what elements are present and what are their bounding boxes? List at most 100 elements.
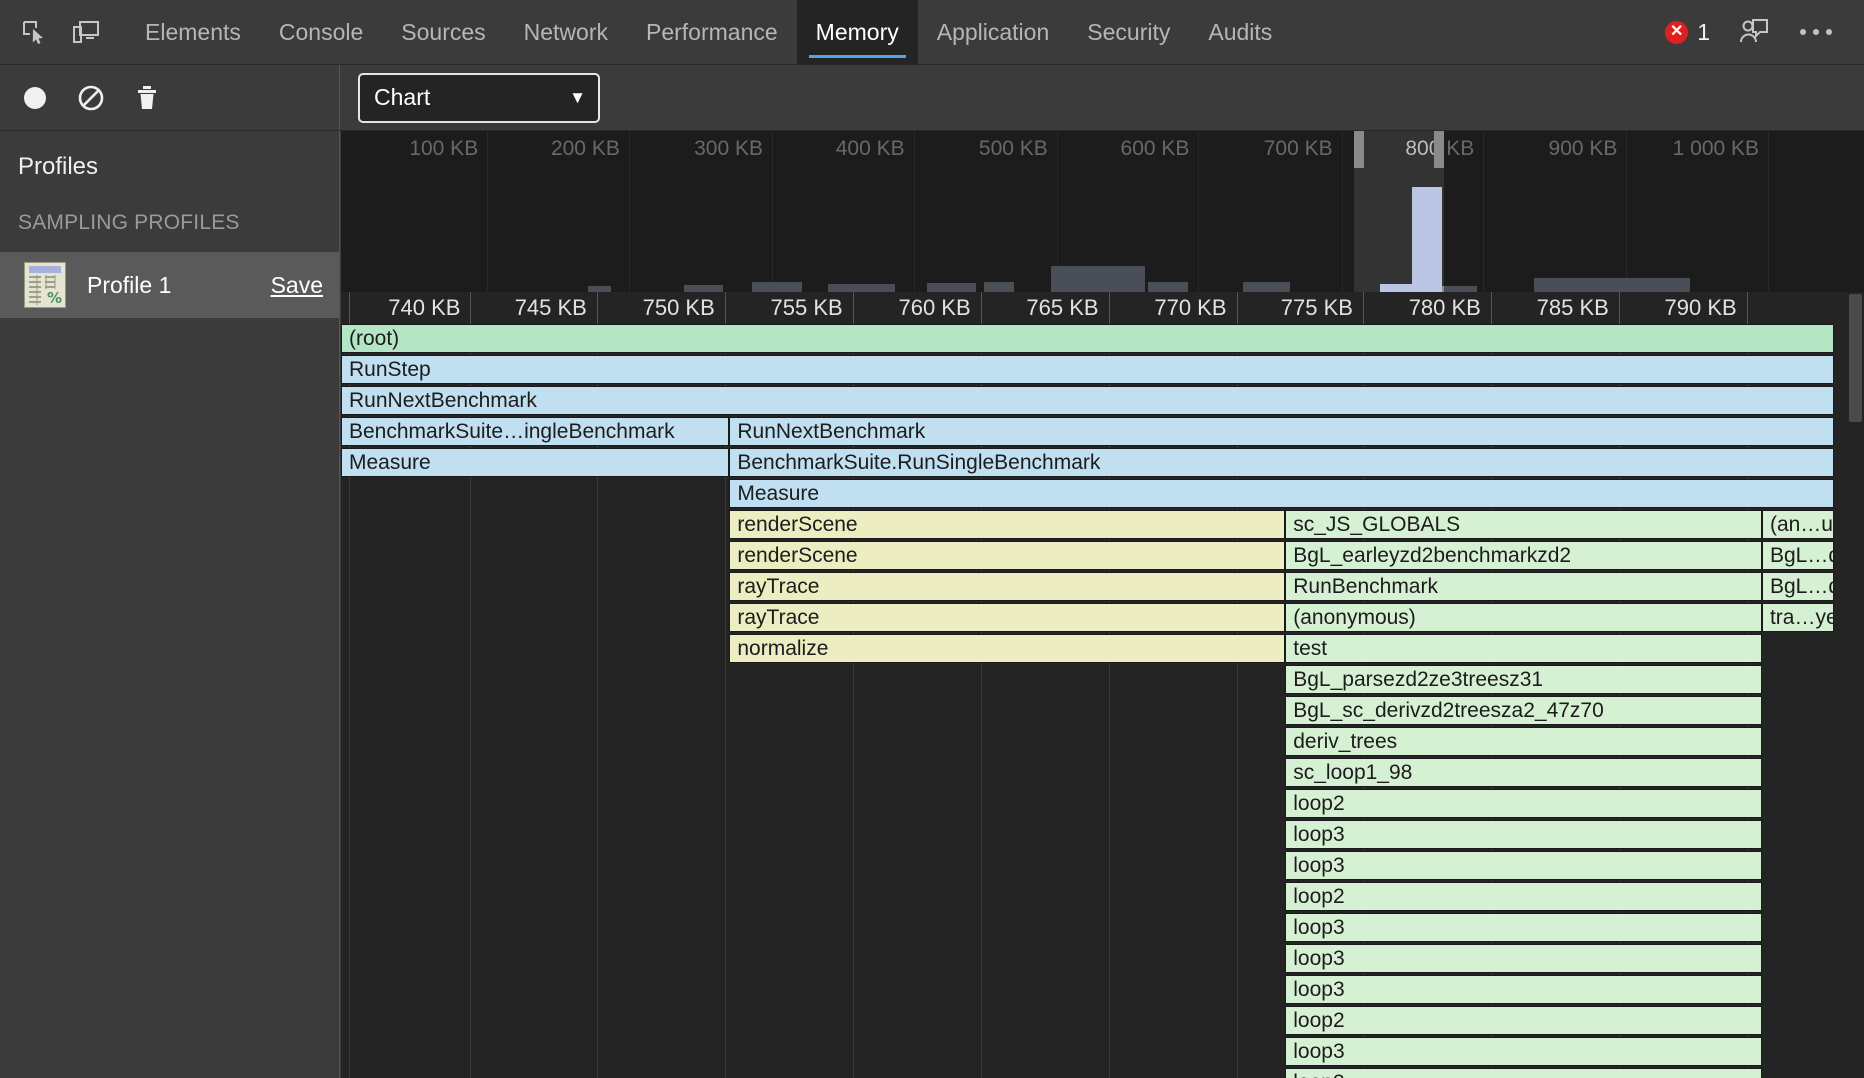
save-profile-link[interactable]: Save (271, 272, 323, 299)
ruler-divider (853, 292, 854, 324)
overview-resize-handle-left[interactable] (1354, 131, 1364, 168)
memory-overview-pane[interactable]: 100 KB200 KB300 KB400 KB500 KB600 KB700 … (341, 131, 1864, 292)
flame-frame[interactable]: normalize (729, 634, 1285, 663)
tab-console[interactable]: Console (260, 0, 382, 65)
ruler-divider (1747, 292, 1748, 324)
flame-frame[interactable]: tra…yer (1762, 603, 1834, 632)
flame-chart-frames: (root)RunStepRunNextBenchmarkBenchmarkSu… (341, 324, 1864, 1078)
tab-network[interactable]: Network (505, 0, 627, 65)
tabbar-right-actions: ✕ 1 (1665, 0, 1864, 65)
ruler-divider (725, 292, 726, 324)
ruler-divider (470, 292, 471, 324)
tab-audits[interactable]: Audits (1189, 0, 1291, 65)
flame-frame[interactable]: RunStep (341, 355, 1834, 384)
ruler-tick-label: 735 KB (341, 295, 349, 321)
ruler-tick-label: 770 KB (1154, 295, 1236, 321)
delete-button[interactable] (119, 70, 175, 126)
record-button[interactable] (7, 70, 63, 126)
devtools-window: Elements Console Sources Network Perform… (0, 0, 1864, 1078)
ruler-divider (1491, 292, 1492, 324)
error-count-label: 1 (1697, 19, 1710, 46)
flame-frame[interactable]: loop3 (1285, 820, 1762, 849)
tab-elements[interactable]: Elements (126, 0, 260, 65)
view-mode-select[interactable]: Chart ▼ (358, 73, 600, 123)
flame-frame[interactable]: BgL…d2 (1762, 541, 1834, 570)
profiles-sidebar: Profiles SAMPLING PROFILES (0, 131, 340, 1078)
flame-frame[interactable]: RunNextBenchmark (341, 386, 1834, 415)
ruler-tick-label: 780 KB (1409, 295, 1491, 321)
flame-chart-ruler: 735 KB740 KB745 KB750 KB755 KB760 KB765 … (341, 292, 1864, 324)
flame-frame[interactable]: sc_loop1_98 (1285, 758, 1762, 787)
ruler-divider (1109, 292, 1110, 324)
more-options-icon[interactable] (1790, 29, 1842, 35)
flame-frame[interactable]: (root) (341, 324, 1834, 353)
flame-frame[interactable]: (an…us) (1762, 510, 1834, 539)
flame-frame[interactable]: BgL…d2 (1762, 572, 1834, 601)
tab-sources[interactable]: Sources (382, 0, 504, 65)
scrollbar-thumb[interactable] (1849, 294, 1862, 422)
error-count-badge[interactable]: ✕ 1 (1665, 19, 1710, 46)
flame-frame[interactable]: loop3 (1285, 975, 1762, 1004)
ruler-divider (597, 292, 598, 324)
flame-frame[interactable]: loop3 (1285, 913, 1762, 942)
flame-frame[interactable]: deriv_trees (1285, 727, 1762, 756)
flame-frame[interactable]: (anonymous) (1285, 603, 1762, 632)
flame-frame[interactable]: sc_JS_GLOBALS (1285, 510, 1762, 539)
tab-application[interactable]: Application (918, 0, 1069, 65)
profiler-toolbar-buttons (0, 65, 340, 130)
flame-frame[interactable]: loop3 (1285, 1068, 1762, 1078)
profiler-toolbar: Chart ▼ (0, 65, 1864, 131)
tab-list: Elements Console Sources Network Perform… (126, 0, 1291, 65)
ruler-divider (1619, 292, 1620, 324)
flame-frame[interactable]: rayTrace (729, 603, 1285, 632)
flame-frame[interactable]: renderScene (729, 510, 1285, 539)
view-select-wrapper: Chart ▼ (358, 73, 600, 123)
flame-frame[interactable]: loop3 (1285, 851, 1762, 880)
clear-button[interactable] (63, 70, 119, 126)
feedback-person-icon[interactable] (1732, 10, 1776, 54)
overview-resize-handle-right[interactable] (1434, 131, 1444, 168)
devtools-tabbar: Elements Console Sources Network Perform… (0, 0, 1864, 65)
ruler-divider (1237, 292, 1238, 324)
device-toolbar-icon[interactable] (64, 10, 108, 54)
overview-window[interactable] (1354, 131, 1444, 292)
flame-frame[interactable]: renderScene (729, 541, 1285, 570)
svg-text:%: % (47, 289, 62, 307)
flame-frame[interactable]: loop3 (1285, 944, 1762, 973)
tab-security[interactable]: Security (1068, 0, 1189, 65)
sidebar-section-sampling-profiles: SAMPLING PROFILES (0, 181, 339, 235)
flame-frame[interactable]: BgL_parsezd2ze3treesz31 (1285, 665, 1762, 694)
ruler-tick-label: 740 KB (388, 295, 470, 321)
flame-chart-pane[interactable]: 735 KB740 KB745 KB750 KB755 KB760 KB765 … (341, 292, 1864, 1078)
ruler-divider (1363, 292, 1364, 324)
inspect-element-icon[interactable] (12, 10, 56, 54)
sidebar-item-label: Profile 1 (87, 272, 171, 299)
error-close-icon: ✕ (1665, 21, 1688, 44)
ruler-tick-label: 785 KB (1537, 295, 1619, 321)
flame-frame[interactable]: BgL_earleyzd2benchmarkzd2 (1285, 541, 1762, 570)
sidebar-item-profile-1[interactable]: % Profile 1 Save (0, 252, 339, 318)
sidebar-title: Profiles (0, 131, 339, 181)
flame-frame[interactable]: loop2 (1285, 882, 1762, 911)
flame-frame[interactable]: rayTrace (729, 572, 1285, 601)
ruler-tick-label: 765 KB (1026, 295, 1108, 321)
flame-chart-scrollbar[interactable] (1847, 292, 1864, 1078)
flame-frame[interactable]: RunBenchmark (1285, 572, 1762, 601)
flame-frame[interactable]: BenchmarkSuite…ingleBenchmark (341, 417, 729, 446)
ruler-tick-label: 755 KB (771, 295, 853, 321)
tab-memory[interactable]: Memory (797, 0, 918, 65)
flame-frame[interactable]: loop3 (1285, 1037, 1762, 1066)
ruler-tick-label: 790 KB (1665, 295, 1747, 321)
ruler-tick-label: 760 KB (898, 295, 980, 321)
profile-spreadsheet-icon: % (24, 262, 66, 308)
flame-frame[interactable]: Measure (341, 448, 729, 477)
flame-frame[interactable]: loop2 (1285, 1006, 1762, 1035)
view-mode-value: Chart (374, 84, 430, 111)
tab-performance[interactable]: Performance (627, 0, 797, 65)
flame-frame[interactable]: RunNextBenchmark (729, 417, 1833, 446)
flame-frame[interactable]: BgL_sc_derivzd2treesza2_47z70 (1285, 696, 1762, 725)
flame-frame[interactable]: Measure (729, 479, 1833, 508)
flame-frame[interactable]: BenchmarkSuite.RunSingleBenchmark (729, 448, 1833, 477)
flame-frame[interactable]: loop2 (1285, 789, 1762, 818)
flame-frame[interactable]: test (1285, 634, 1762, 663)
